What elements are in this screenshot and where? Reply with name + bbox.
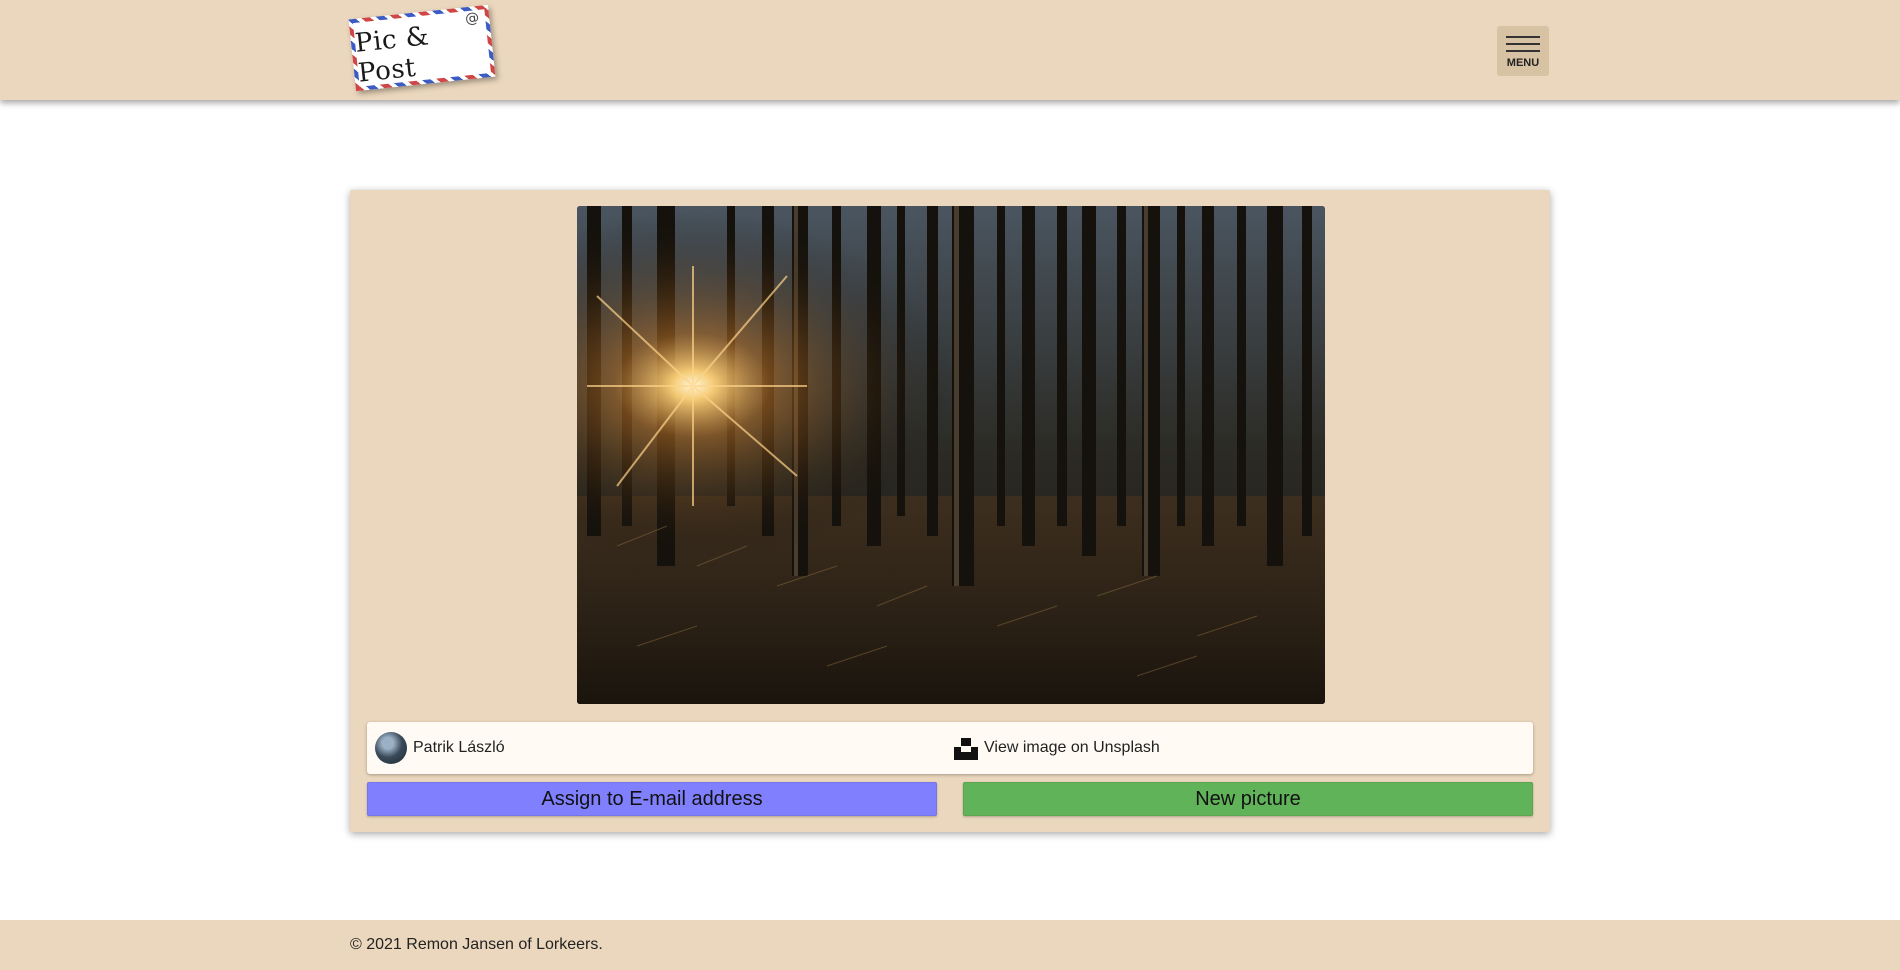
hamburger-icon-line bbox=[1506, 50, 1540, 52]
forest-photo-image bbox=[577, 206, 1325, 704]
hamburger-icon-line bbox=[1506, 43, 1540, 45]
at-icon: @ bbox=[464, 9, 480, 28]
menu-label: MENU bbox=[1506, 57, 1540, 69]
unsplash-icon[interactable] bbox=[954, 736, 978, 760]
author-name[interactable]: Patrik László bbox=[413, 739, 505, 757]
photo-credit-bar: Patrik László View image on Unsplash bbox=[367, 722, 1533, 774]
site-footer: © 2021 Remon Jansen of Lorkeers. bbox=[0, 920, 1900, 970]
logo[interactable]: Pic & Post @ bbox=[348, 4, 496, 92]
copyright-text: © 2021 Remon Jansen of Lorkeers. bbox=[350, 936, 603, 953]
picture-card: Patrik László View image on Unsplash Ass… bbox=[350, 190, 1550, 832]
forest-photo bbox=[577, 206, 1325, 704]
new-picture-button[interactable]: New picture bbox=[963, 782, 1533, 816]
hamburger-icon-line bbox=[1506, 36, 1540, 38]
logo-card: Pic & Post @ bbox=[353, 9, 491, 89]
site-header: Pic & Post @ MENU bbox=[0, 0, 1900, 100]
author-avatar[interactable] bbox=[375, 732, 407, 764]
view-on-unsplash-link[interactable]: View image on Unsplash bbox=[984, 739, 1160, 757]
assign-email-button[interactable]: Assign to E-mail address bbox=[367, 782, 937, 816]
menu-button[interactable]: MENU bbox=[1497, 26, 1549, 76]
